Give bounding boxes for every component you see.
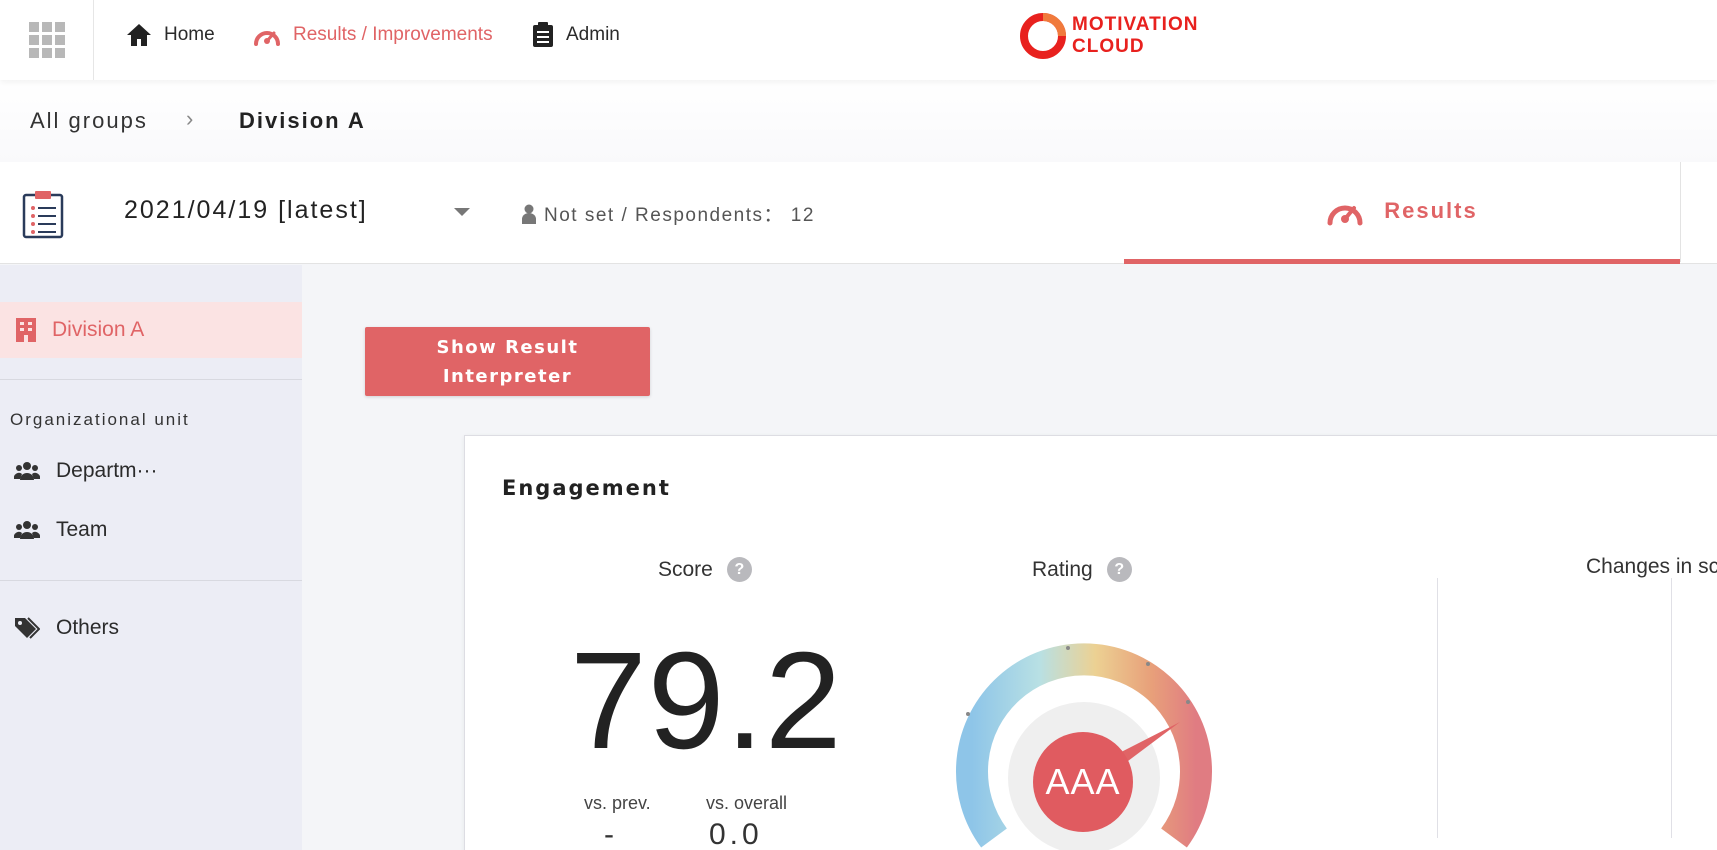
vs-prev-label: vs. prev. <box>584 793 651 813</box>
rating-help-icon[interactable]: ? <box>1106 557 1132 582</box>
respondents-info: Not set / Respondents： 12 <box>522 200 815 227</box>
sidebar-divider <box>0 379 302 380</box>
sidebar-item-team[interactable]: Team <box>14 518 107 542</box>
gauge-icon <box>254 31 280 46</box>
nav-results-label: Results / Improvements <box>293 24 493 45</box>
chart-axis-line <box>1671 578 1672 838</box>
nav-admin[interactable]: Admin <box>532 20 620 50</box>
score-help-icon[interactable]: ? <box>726 557 752 582</box>
sidebar-item-division-a[interactable]: Division A <box>0 302 302 358</box>
brand-logo[interactable]: MOTIVATION CLOUD <box>1020 13 1198 59</box>
home-icon <box>127 24 151 46</box>
sidebar-section-heading: Organizational unit <box>10 410 190 429</box>
score-label: Score <box>658 557 713 581</box>
brand-line-2: CLOUD <box>1072 36 1145 57</box>
sidebar-item-label: Team <box>56 518 108 541</box>
breadcrumb-chevron-icon: › <box>186 106 194 131</box>
nav-home-label: Home <box>164 24 215 45</box>
users-icon <box>14 521 40 539</box>
sidebar-divider <box>0 580 302 581</box>
clipboard-icon <box>533 22 553 47</box>
sidebar-item-others[interactable]: Others <box>14 616 119 640</box>
sidebar-item-label: Departm··· <box>56 459 158 482</box>
apps-menu-button[interactable] <box>0 0 94 80</box>
respondents-text: Not set / Respondents： 12 <box>544 205 815 226</box>
nav-admin-label: Admin <box>566 24 620 45</box>
show-result-interpreter-button[interactable]: Show Result Interpreter <box>365 327 650 396</box>
survey-list-icon <box>22 191 64 239</box>
top-navigation: Home Results / Improvements Admin MOTIVA… <box>0 0 1717 80</box>
brand-line-1: MOTIVATION <box>1072 14 1199 35</box>
rating-label: Rating <box>1032 557 1093 581</box>
survey-date-select[interactable]: 2021/04/19 [latest] <box>124 196 368 225</box>
tags-icon <box>15 617 40 639</box>
motivation-cloud-logo-icon <box>1020 13 1066 59</box>
rating-badge: AAA <box>1033 732 1133 832</box>
users-icon <box>14 462 40 480</box>
vs-overall-value: 0.0 <box>709 818 763 850</box>
engagement-title: Engagement <box>502 476 671 500</box>
nav-results-improvements[interactable]: Results / Improvements <box>253 20 493 50</box>
interpreter-button-line-1: Show Result <box>436 336 579 358</box>
apps-grid-icon <box>28 22 65 58</box>
gauge-icon <box>1327 205 1363 225</box>
changes-in-score-label: Changes in sc <box>1586 555 1717 578</box>
breadcrumb-all-groups[interactable]: All groups <box>30 108 148 134</box>
rating-heading: Rating ? <box>1032 557 1132 582</box>
tab-results-label: Results <box>1384 197 1478 223</box>
vs-overall-label: vs. overall <box>706 793 788 813</box>
dropdown-caret-icon[interactable] <box>454 208 470 216</box>
score-value: 79.2 <box>570 624 843 778</box>
vs-prev-value: - <box>604 818 618 850</box>
nav-home[interactable]: Home <box>126 20 215 50</box>
sidebar-item-label: Others <box>56 616 120 639</box>
tab-divider <box>1680 162 1681 262</box>
sidebar-item-department[interactable]: Departm··· <box>14 459 158 483</box>
person-icon <box>522 204 536 224</box>
breadcrumb-current: Division A <box>239 108 366 133</box>
section-divider <box>1437 578 1438 838</box>
score-heading: Score ? <box>658 557 752 582</box>
tab-results[interactable]: Results <box>1124 162 1680 264</box>
sidebar-item-label: Division A <box>52 318 145 341</box>
interpreter-button-line-2: Interpreter <box>442 365 573 387</box>
building-icon <box>16 318 36 342</box>
brand-name: MOTIVATION CLOUD <box>1072 14 1198 58</box>
